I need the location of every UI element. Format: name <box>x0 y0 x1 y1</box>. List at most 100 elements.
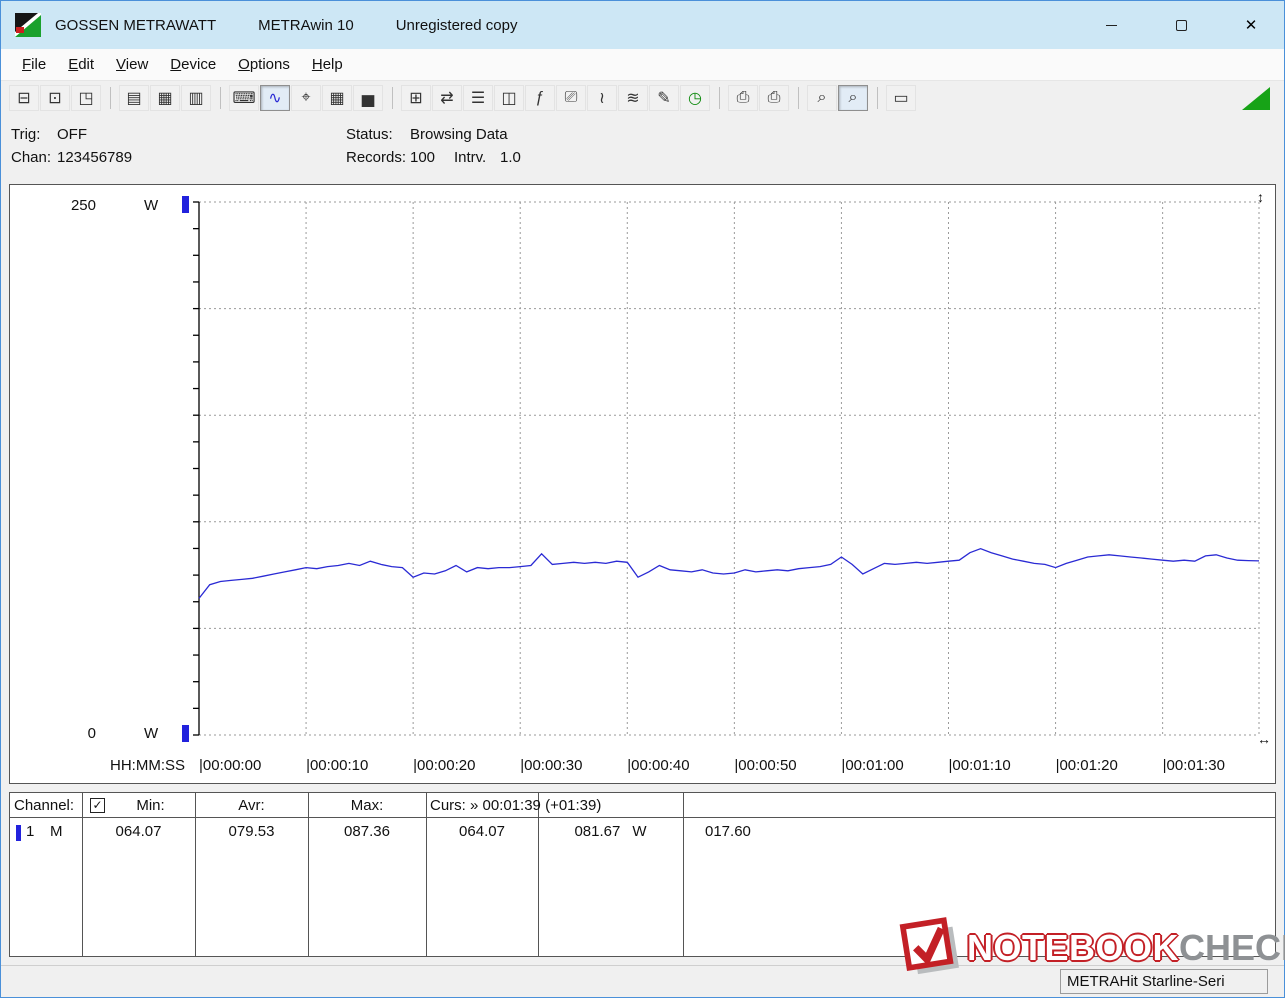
menu-view[interactable]: View <box>105 51 159 78</box>
x-axis-tick-label: |00:00:10 <box>306 757 369 774</box>
x-axis-tick-label: |00:00:30 <box>520 757 583 774</box>
channel-list-button[interactable]: ☰ <box>463 85 493 111</box>
x-axis-tick-label: |00:00:00 <box>199 757 262 774</box>
cell-max-value: 087.36 <box>344 823 390 840</box>
print-button[interactable]: ⎙ <box>728 85 758 111</box>
cursor-b-number: 081.67 <box>574 823 621 840</box>
title-product-name: METRAwin 10 <box>258 16 354 34</box>
titlebar: GOSSEN METRAWATT METRAwin 10 Unregistere… <box>1 1 1284 49</box>
status-value: Browsing Data <box>410 126 508 143</box>
monitor-button[interactable]: ◫ <box>494 85 524 111</box>
toolbar-separator <box>719 87 720 109</box>
x-axis-tick-label: |00:00:40 <box>627 757 690 774</box>
y-axis-unit-top: W <box>144 197 159 214</box>
menu-device[interactable]: Device <box>159 51 227 78</box>
watermark-text-secondary: CHECK <box>1179 927 1285 968</box>
y-axis <box>193 201 200 736</box>
status-left-column: Trig: OFF Chan: 123456789 <box>11 123 132 169</box>
menubar: File Edit View Device Options Help <box>1 49 1284 81</box>
channel-status-row: Chan: 123456789 <box>11 146 132 169</box>
toolbar-separator <box>220 87 221 109</box>
copy-values-button[interactable]: ⊞ <box>401 85 431 111</box>
interval-label: Intrv. <box>454 149 487 166</box>
toolbar-separator <box>877 87 878 109</box>
x-axis-tick-label: |00:00:20 <box>413 757 476 774</box>
line-chart-button[interactable]: ∿ <box>260 85 290 111</box>
minimize-button[interactable] <box>1088 1 1134 49</box>
transfer-button[interactable]: ⇄ <box>432 85 462 111</box>
snapshot-button[interactable]: ▦ <box>150 85 180 111</box>
y-axis-min-label: 0 <box>87 725 96 742</box>
menu-options[interactable]: Options <box>227 51 301 78</box>
channel-value: 123456789 <box>57 149 133 166</box>
minimize-icon <box>1105 24 1117 26</box>
table-header-channel: Channel: <box>14 797 75 814</box>
x-axis-labels: HH:MM:SS |00:00:00 |00:00:10 |00:00:20 |00:… <box>10 757 1275 779</box>
formula-button[interactable]: ƒ <box>525 85 555 111</box>
notebookcheck-check-icon <box>899 917 959 975</box>
table-header-avr: Avr: <box>238 797 265 814</box>
cursor-info-button[interactable]: ▭ <box>886 85 916 111</box>
cursor-b-unit: W <box>632 823 647 840</box>
records-value: 100 <box>410 149 436 166</box>
cell-channel-mode: M <box>50 823 63 840</box>
y-axis-zoom-handle-icon[interactable]: ↕ <box>1257 189 1264 205</box>
y-axis-unit-bottom: W <box>144 725 159 742</box>
y-axis-max-label: 250 <box>70 197 96 214</box>
crosshair-button[interactable]: ⌖ <box>291 85 321 111</box>
x-axis-tick-label: |00:01:20 <box>1055 757 1118 774</box>
app-logo-icon <box>15 13 41 37</box>
cell-cursor-delta-value: 017.60 <box>705 823 751 840</box>
zoom-manual-button[interactable]: ⌕ <box>807 85 837 111</box>
device-display-button[interactable]: ⎚ <box>556 85 586 111</box>
cell-avr-value: 079.53 <box>228 823 275 840</box>
print-setup-button[interactable]: ⎙ <box>759 85 789 111</box>
notebookcheck-watermark: NOTEBOOKCHECK <box>899 915 1285 981</box>
status-middle-column: Status: Browsing Data Records: 100 Intrv. 1.… <box>346 123 521 169</box>
table-header-max: Max: <box>350 797 384 814</box>
cell-channel-number: 1 <box>26 823 35 840</box>
channel-checkbox[interactable]: ✓ <box>90 798 105 813</box>
maximize-button[interactable] <box>1158 1 1204 49</box>
channel-label: Chan: <box>11 149 52 166</box>
toolbar-separator <box>798 87 799 109</box>
cell-min-value: 064.07 <box>115 823 162 840</box>
display-copy-button[interactable]: ▤ <box>119 85 149 111</box>
table-header-min: Min: <box>136 797 165 814</box>
toolbar-separator <box>110 87 111 109</box>
x-axis-title: HH:MM:SS <box>110 757 185 774</box>
interval-value: 1.0 <box>500 149 521 166</box>
bar-graph-button[interactable]: ▅ <box>353 85 383 111</box>
menu-file[interactable]: File <box>11 51 57 78</box>
series-line <box>198 548 1260 599</box>
load-data-button[interactable]: ⊟ <box>9 85 39 111</box>
records-row: Records: 100 Intrv. 1.0 <box>346 146 521 169</box>
open-folder-button[interactable]: ◳ <box>71 85 101 111</box>
numeric-display-button[interactable]: ⌨ <box>229 85 259 111</box>
annotation-button[interactable]: ✎ <box>649 85 679 111</box>
table-view-button[interactable]: ▦ <box>322 85 352 111</box>
display-out-button[interactable]: ▥ <box>181 85 211 111</box>
x-axis-zoom-handle-icon[interactable]: ↔ <box>1257 731 1271 747</box>
zoom-auto-button[interactable]: ⌕ <box>838 85 868 111</box>
close-button[interactable]: ✕ <box>1228 1 1274 49</box>
trigger-value: OFF <box>57 126 87 143</box>
menu-edit[interactable]: Edit <box>57 51 105 78</box>
records-label: Records: <box>346 149 407 166</box>
title-app-name: GOSSEN METRAWATT <box>55 16 217 34</box>
save-data-button[interactable]: ⊡ <box>40 85 70 111</box>
table-header-divider <box>10 817 1275 818</box>
status-panel: Trig: OFF Chan: 123456789 Status: Browsing … <box>1 115 1284 179</box>
minmax-curve-button[interactable]: ≀ <box>587 85 617 111</box>
connection-status-triangle <box>1242 87 1270 110</box>
menu-help[interactable]: Help <box>301 51 354 78</box>
chart-panel: 250 W 0 W ↕ ↔ HH:MM:SS |00:00:00 |00:00:1… <box>9 184 1276 784</box>
trigger-label: Trig: <box>11 126 41 143</box>
x-axis-tick-label: |00:01:30 <box>1162 757 1225 774</box>
chart-plot-area[interactable] <box>187 198 1267 740</box>
window-controls: ✕ <box>1064 1 1284 49</box>
channel-color-marker <box>16 825 21 841</box>
watermark-text-primary: NOTEBOOK <box>967 927 1180 968</box>
interval-timer-button[interactable]: ◷ <box>680 85 710 111</box>
envelope-curve-button[interactable]: ≋ <box>618 85 648 111</box>
